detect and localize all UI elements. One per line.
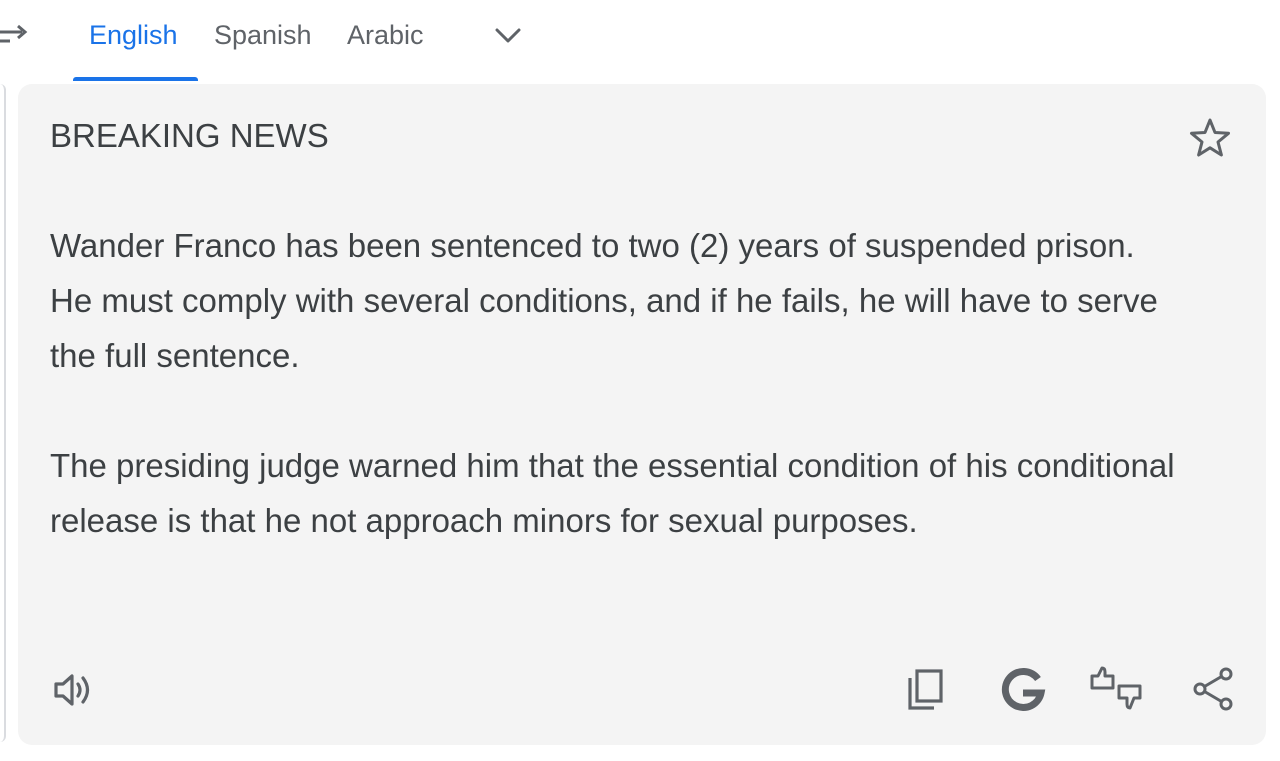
translated-paragraph-1: Wander Franco has been sentenced to two … bbox=[50, 227, 1158, 374]
share-icon[interactable] bbox=[1190, 666, 1236, 712]
google-icon[interactable] bbox=[998, 664, 1048, 714]
tab-english[interactable]: English bbox=[89, 18, 178, 52]
active-tab-indicator bbox=[73, 77, 198, 81]
copy-icon[interactable] bbox=[904, 666, 950, 712]
translated-heading: BREAKING NEWS bbox=[50, 117, 329, 154]
translated-paragraph-2: The presiding judge warned him that the … bbox=[50, 447, 1175, 539]
source-panel-edge bbox=[0, 84, 6, 742]
language-bar: English Spanish Arabic bbox=[0, 0, 1280, 82]
star-icon[interactable] bbox=[1188, 116, 1232, 160]
tab-spanish[interactable]: Spanish bbox=[214, 18, 312, 52]
translation-output-card: BREAKING NEWS Wander Franco has been sen… bbox=[18, 84, 1266, 745]
swap-languages-icon[interactable] bbox=[0, 20, 30, 50]
tab-arabic[interactable]: Arabic bbox=[347, 18, 424, 52]
translated-text: BREAKING NEWS Wander Franco has been sen… bbox=[50, 108, 1180, 603]
chevron-down-icon[interactable] bbox=[492, 20, 524, 52]
thumbs-rating-icon[interactable] bbox=[1088, 664, 1144, 714]
speaker-icon[interactable] bbox=[50, 667, 96, 713]
